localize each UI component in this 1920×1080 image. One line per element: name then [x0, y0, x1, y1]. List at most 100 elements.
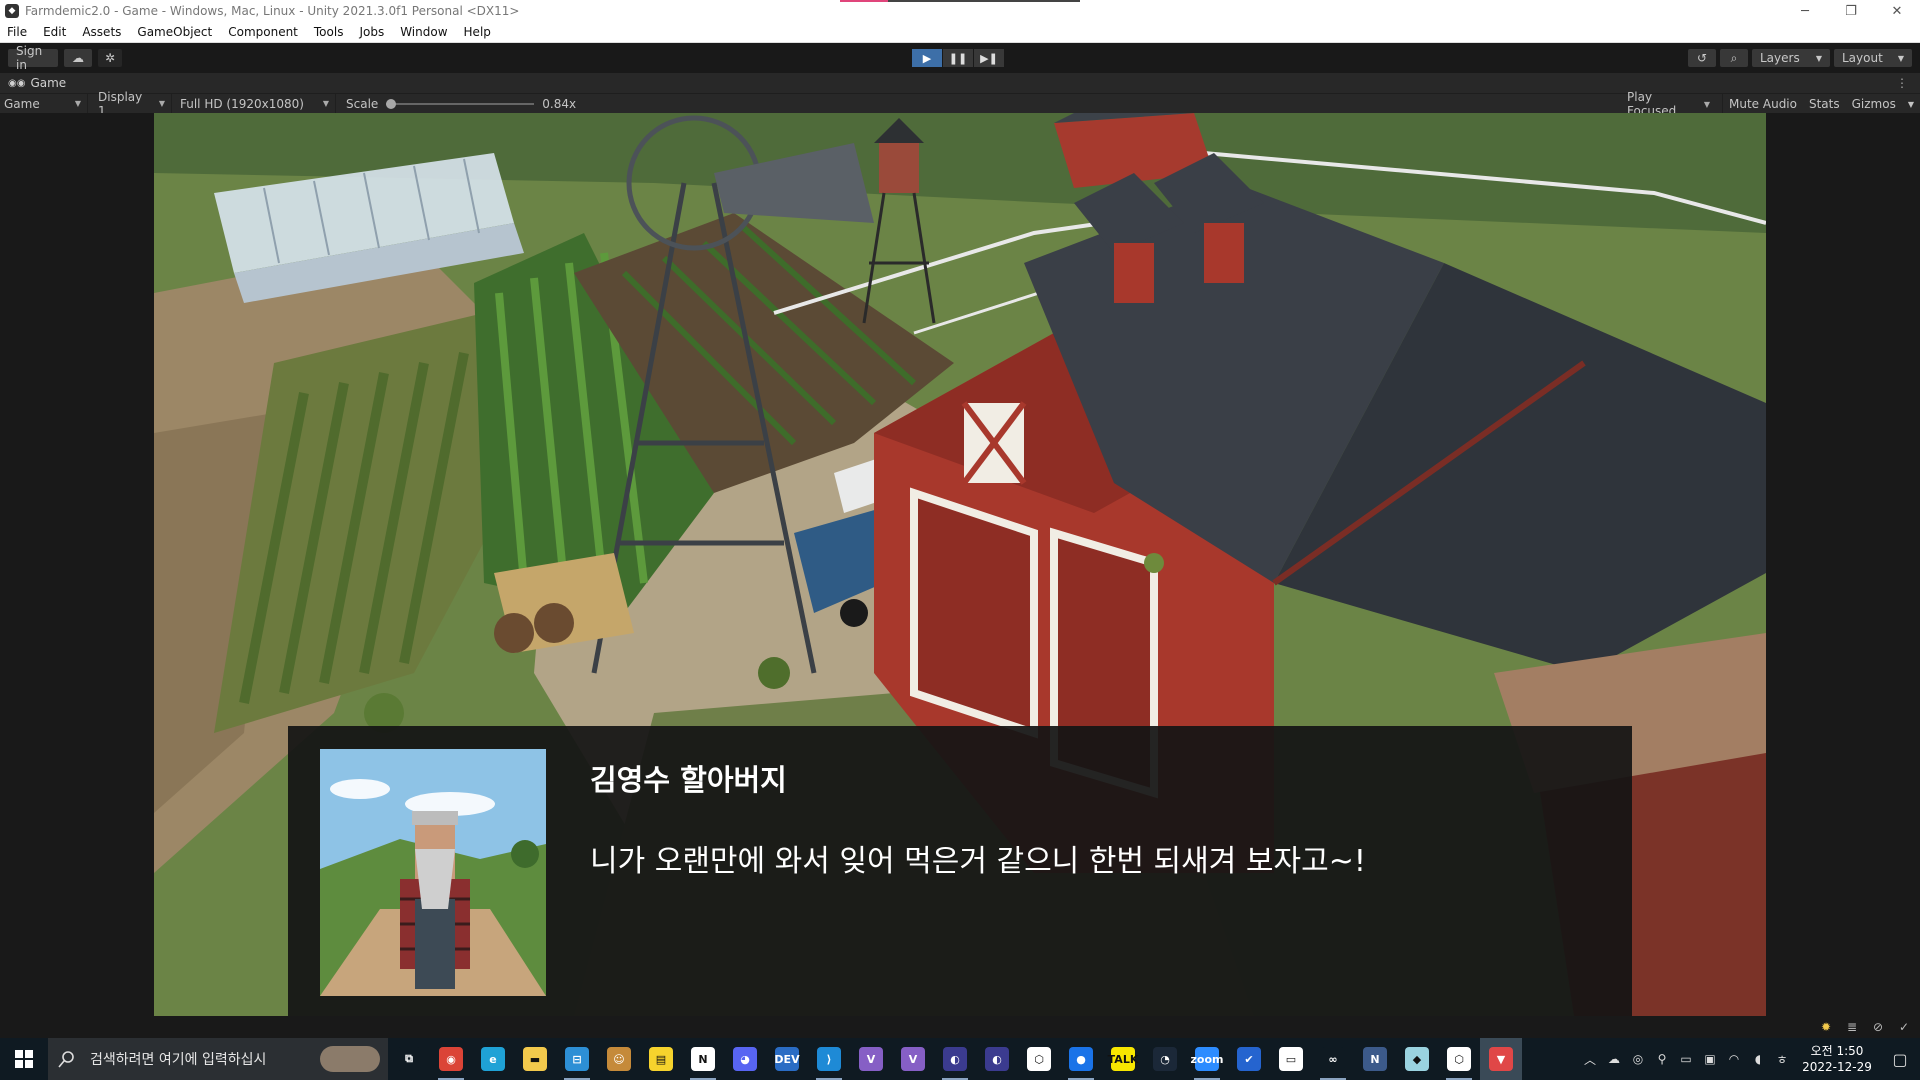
collab-icon[interactable]: ✲	[98, 49, 122, 67]
taskbar-maps-button[interactable]: ●	[1060, 1038, 1102, 1080]
play-mode-dropdown[interactable]: Play Focused ▼	[1613, 90, 1724, 118]
zoom-icon: zoom	[1191, 1047, 1224, 1071]
taskbar-sticky-notes-button[interactable]: ▤	[640, 1038, 682, 1080]
app-cube-icon: ◆	[1405, 1047, 1429, 1071]
sticky-notes-icon: ▤	[649, 1047, 673, 1071]
database-icon[interactable]: ≣	[1844, 1019, 1860, 1035]
display-icon[interactable]: ▣	[1698, 1052, 1722, 1066]
display-dropdown[interactable]: Display 1 ▼	[88, 90, 172, 118]
scale-slider[interactable]	[386, 98, 535, 109]
input-method-icon[interactable]: ㅎ	[1770, 1051, 1794, 1068]
taskbar-unity-button[interactable]: ⬡	[1438, 1038, 1480, 1080]
menu-gameobject[interactable]: GameObject	[129, 25, 220, 39]
menu-file[interactable]: File	[0, 25, 35, 39]
layers-dropdown[interactable]: Layers ▼	[1752, 49, 1830, 67]
chevron-up-icon[interactable]: ︿	[1578, 1051, 1602, 1068]
title-progress-line	[840, 0, 1080, 2]
taskbar-app-cube-button[interactable]: ◆	[1396, 1038, 1438, 1080]
menu-bar: File Edit Assets GameObject Component To…	[0, 22, 1920, 43]
check-circle-icon[interactable]: ✓	[1896, 1019, 1912, 1035]
resolution-label: Full HD (1920x1080)	[180, 96, 304, 111]
more-options-icon[interactable]: ⋮	[1896, 76, 1908, 90]
menu-window[interactable]: Window	[392, 25, 455, 39]
dev-app-icon: DEV	[774, 1047, 800, 1071]
menu-edit[interactable]: Edit	[35, 25, 74, 39]
volume-icon[interactable]: ◖	[1746, 1052, 1770, 1066]
debug-icon[interactable]: ⊘	[1870, 1019, 1886, 1035]
history-icon[interactable]: ↺	[1688, 49, 1716, 67]
scale-slider-handle[interactable]	[386, 98, 397, 109]
app-graph-icon: N	[1363, 1047, 1387, 1071]
menu-jobs[interactable]: Jobs	[351, 25, 392, 39]
menu-help[interactable]: Help	[456, 25, 499, 39]
taskbar-app-blue-button[interactable]: ⊟	[556, 1038, 598, 1080]
taskbar-unity-hub-button[interactable]: ⬡	[1018, 1038, 1060, 1080]
cloud-icon[interactable]: ☁	[64, 49, 92, 67]
taskbar-chrome-button[interactable]: ◉	[430, 1038, 472, 1080]
taskbar-clock[interactable]: 오전 1:50 2022-12-29	[1794, 1043, 1880, 1075]
view-dropdown[interactable]: Game ▼	[0, 93, 88, 114]
layout-dropdown[interactable]: Layout ▼	[1834, 49, 1912, 67]
unity-icon: ⬡	[1447, 1047, 1471, 1071]
pause-button[interactable]: ❚❚	[943, 49, 973, 67]
sun-icon[interactable]: ✹	[1818, 1019, 1834, 1035]
taskbar-edge-button[interactable]: e	[472, 1038, 514, 1080]
file-explorer-icon: ▬	[523, 1047, 547, 1071]
tab-game[interactable]: ◉◉ Game	[0, 76, 66, 90]
taskbar-app-active-button[interactable]: ▼	[1480, 1038, 1522, 1080]
chevron-down-icon: ▼	[74, 99, 81, 108]
taskbar-kakaotalk-button[interactable]: TALK	[1102, 1038, 1144, 1080]
taskbar-notion-button[interactable]: N	[682, 1038, 724, 1080]
discord-icon: ◕	[733, 1047, 757, 1071]
kakaotalk-icon: TALK	[1108, 1047, 1138, 1071]
sign-in-button[interactable]: Sign in	[8, 44, 58, 72]
taskbar-vscode-button[interactable]: ⟩	[808, 1038, 850, 1080]
wifi-icon[interactable]: ◠	[1722, 1052, 1746, 1066]
taskbar-search[interactable]: 검색하려면 여기에 입력하십시	[48, 1038, 388, 1080]
close-button[interactable]: ✕	[1874, 0, 1920, 22]
restore-button[interactable]: ❐	[1828, 0, 1874, 22]
menu-component[interactable]: Component	[220, 25, 306, 39]
battery-icon[interactable]: ▭	[1674, 1052, 1698, 1066]
taskbar-task-view-button[interactable]: ⧉	[388, 1038, 430, 1080]
cloud-sync-icon[interactable]: ☁	[1602, 1052, 1626, 1066]
vscode-icon: ⟩	[817, 1047, 841, 1071]
game-view[interactable]: 김영수 할아버지 니가 오랜만에 와서 잊어 먹은거 같으니 한번 되새겨 보자…	[0, 113, 1920, 1016]
search-icon[interactable]: ⌕	[1720, 49, 1748, 67]
minimize-button[interactable]: ─	[1782, 0, 1828, 22]
menu-tools[interactable]: Tools	[306, 25, 352, 39]
chevron-down-icon: ▼	[1815, 53, 1822, 63]
taskbar-file-explorer-button[interactable]: ▬	[514, 1038, 556, 1080]
taskbar-zoom-button[interactable]: zoom	[1186, 1038, 1228, 1080]
step-button[interactable]: ▶❚	[974, 49, 1004, 67]
taskbar-app-graph-button[interactable]: N	[1354, 1038, 1396, 1080]
taskbar-app-window-button[interactable]: ▭	[1270, 1038, 1312, 1080]
search-highlight-icon	[320, 1046, 380, 1072]
taskbar-eclipse-button[interactable]: ◐	[934, 1038, 976, 1080]
play-button[interactable]: ▶	[912, 49, 942, 67]
gizmos-toggle[interactable]: Gizmos	[1846, 97, 1902, 111]
taskbar-dev-app-button[interactable]: DEV	[766, 1038, 808, 1080]
taskbar-steam-button[interactable]: ◔	[1144, 1038, 1186, 1080]
microphone-icon[interactable]: ⚲	[1650, 1052, 1674, 1066]
mute-audio-toggle[interactable]: Mute Audio	[1723, 97, 1803, 111]
camera-icon[interactable]: ◎	[1626, 1052, 1650, 1066]
taskbar-eclipse-2-button[interactable]: ◐	[976, 1038, 1018, 1080]
taskbar-visual-studio-2-button[interactable]: V	[892, 1038, 934, 1080]
layers-label: Layers	[1760, 51, 1800, 65]
taskbar-visual-studio-button[interactable]: V	[850, 1038, 892, 1080]
start-button[interactable]	[0, 1038, 48, 1080]
notification-icon[interactable]: ▢	[1880, 1050, 1920, 1069]
taskbar-meta-button[interactable]: ∞	[1312, 1038, 1354, 1080]
taskbar-todo-button[interactable]: ✔	[1228, 1038, 1270, 1080]
resolution-dropdown[interactable]: Full HD (1920x1080) ▼	[172, 93, 336, 114]
stats-toggle[interactable]: Stats	[1803, 97, 1846, 111]
taskbar-discord-button[interactable]: ◕	[724, 1038, 766, 1080]
menu-assets[interactable]: Assets	[74, 25, 129, 39]
taskbar-app-photo-button[interactable]: ☺	[598, 1038, 640, 1080]
eclipse-icon: ◐	[943, 1047, 967, 1071]
dialogue-box[interactable]: 김영수 할아버지 니가 오랜만에 와서 잊어 먹은거 같으니 한번 되새겨 보자…	[288, 726, 1632, 1016]
window-title-bar: ◆ Farmdemic2.0 - Game - Windows, Mac, Li…	[0, 0, 1920, 22]
chevron-down-icon[interactable]: ▼	[1902, 100, 1920, 109]
app-photo-icon: ☺	[607, 1047, 631, 1071]
